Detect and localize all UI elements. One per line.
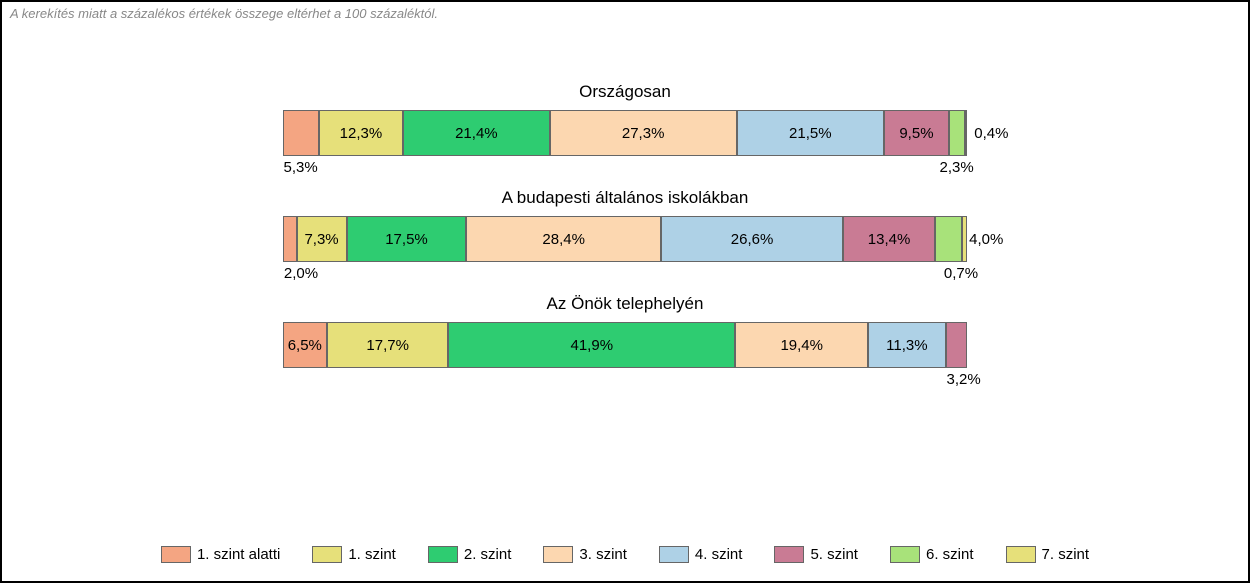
legend-label: 1. szint alatti: [197, 546, 280, 563]
legend-label: 7. szint: [1042, 546, 1090, 563]
bar-segment: 21,4%: [403, 110, 550, 156]
legend-item: 1. szint alatti: [161, 546, 280, 563]
legend-item: 1. szint: [312, 546, 396, 563]
bar-segment: 7,3%: [297, 216, 347, 262]
bar-segment-label: 0,4%: [974, 125, 1008, 142]
legend-swatch: [428, 546, 458, 563]
bar-segment: 41,9%: [448, 322, 735, 368]
bar-wrap: 5,3%12,3%21,4%27,3%21,5%9,5%2,3%0,4%: [283, 110, 968, 156]
bar-title: A budapesti általános iskolákban: [2, 188, 1248, 208]
bars-area: Országosan5,3%12,3%21,4%27,3%21,5%9,5%2,…: [2, 82, 1248, 400]
legend-swatch: [890, 546, 920, 563]
bar-row: 5,3%12,3%21,4%27,3%21,5%9,5%2,3%0,4%: [2, 108, 1248, 158]
bar-group: Az Önök telephelyén 6,5%17,7%41,9%19,4%11…: [2, 294, 1248, 370]
bar-segment: 0,7%: [962, 216, 967, 262]
bar-segment-label: 2,0%: [284, 265, 318, 282]
legend-label: 5. szint: [810, 546, 858, 563]
bar-row: 6,5%17,7%41,9%19,4%11,3%3,2%: [2, 320, 1248, 370]
legend-swatch: [543, 546, 573, 563]
legend-label: 3. szint: [579, 546, 627, 563]
bar-segment-label: 2,3%: [940, 159, 974, 176]
chart-footnote: A kerekítés miatt a százalékos értékek ö…: [10, 6, 438, 21]
bar-row: 2,0%7,3%17,5%28,4%26,6%13,4%4,0%0,7%: [2, 214, 1248, 264]
legend-item: 3. szint: [543, 546, 627, 563]
bar-segment: 2,3%: [949, 110, 965, 156]
legend-label: 2. szint: [464, 546, 512, 563]
chart-container: A kerekítés miatt a százalékos értékek ö…: [0, 0, 1250, 583]
bar-segment: 2,0%: [283, 216, 297, 262]
bar-segment: 11,3%: [868, 322, 945, 368]
bar-segment: 12,3%: [319, 110, 403, 156]
legend-swatch: [659, 546, 689, 563]
bar-segment: 0,4%: [965, 110, 968, 156]
bar-segment: 9,5%: [884, 110, 949, 156]
legend-item: 2. szint: [428, 546, 512, 563]
bar-segment: 19,4%: [735, 322, 868, 368]
legend-label: 4. szint: [695, 546, 743, 563]
legend: 1. szint alatti 1. szint 2. szint 3. szint 4…: [2, 546, 1248, 563]
bar-segment: 4,0%: [935, 216, 962, 262]
legend-label: 6. szint: [926, 546, 974, 563]
legend-swatch: [1006, 546, 1036, 563]
legend-swatch: [312, 546, 342, 563]
bar-segment: 28,4%: [466, 216, 661, 262]
bar-segment: 3,2%: [946, 322, 968, 368]
bar-wrap: 2,0%7,3%17,5%28,4%26,6%13,4%4,0%0,7%: [283, 216, 967, 262]
legend-item: 7. szint: [1006, 546, 1090, 563]
legend-item: 4. szint: [659, 546, 743, 563]
bar-segment-label: 4,0%: [969, 231, 1003, 248]
bar-segment: 13,4%: [843, 216, 935, 262]
bar-segment-label: 5,3%: [284, 159, 318, 176]
bar-group: A budapesti általános iskolákban 2,0%7,3%…: [2, 188, 1248, 264]
bar-segment: 17,7%: [327, 322, 448, 368]
legend-label: 1. szint: [348, 546, 396, 563]
bar-segment: 6,5%: [283, 322, 328, 368]
bar-group: Országosan 5,3%12,3%21,4%27,3%21,5%9,5%2,…: [2, 82, 1248, 158]
bar-segment: 26,6%: [661, 216, 843, 262]
legend-item: 6. szint: [890, 546, 974, 563]
bar-title: Országosan: [2, 82, 1248, 102]
bar-segment: 5,3%: [283, 110, 319, 156]
bar-title: Az Önök telephelyén: [2, 294, 1248, 314]
bar-segment-label: 0,7%: [944, 265, 978, 282]
legend-swatch: [161, 546, 191, 563]
legend-swatch: [774, 546, 804, 563]
legend-item: 5. szint: [774, 546, 858, 563]
bar-segment: 27,3%: [550, 110, 737, 156]
bar-wrap: 6,5%17,7%41,9%19,4%11,3%3,2%: [283, 322, 968, 368]
bar-segment: 17,5%: [347, 216, 467, 262]
bar-segment-label: 3,2%: [947, 371, 981, 388]
bar-segment: 21,5%: [737, 110, 884, 156]
